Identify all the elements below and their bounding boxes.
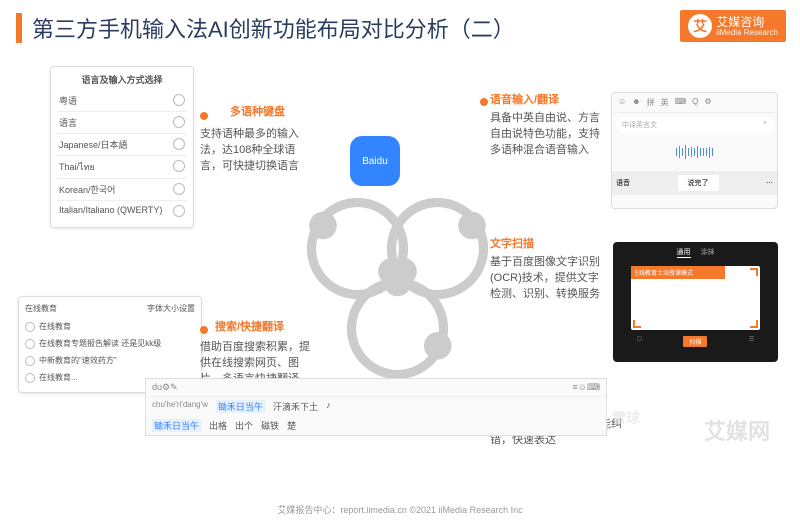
feature-title: 搜索/快捷翻译: [215, 319, 325, 335]
connector-dot: [200, 112, 208, 120]
close-icon[interactable]: ×: [763, 120, 767, 127]
done-button[interactable]: 说完了: [678, 175, 719, 191]
lang-row[interactable]: Korean/한국어: [57, 179, 187, 201]
page-title: 第三方手机输入法AI创新功能布局对比分析（二）: [32, 12, 515, 44]
connector-dot: [480, 98, 488, 106]
voice-label: 语音: [616, 178, 630, 188]
lang-row[interactable]: Thai/ไทย: [57, 156, 187, 179]
feature-title: 语音输入/翻译: [490, 92, 600, 108]
lang-row[interactable]: Italian/Italiano (QWERTY): [57, 201, 187, 221]
logo-mark: 艾: [688, 14, 712, 38]
panel-title: 语言及输入方式选择: [57, 73, 187, 86]
feature-title: 文字扫描: [490, 236, 600, 252]
watermark: 艾媒网: [704, 414, 770, 446]
ime-candidate-bar: du ⚙ ✎ ≡ ☺ ⌨ chu'he'ri'dang'w 锄禾日当午 汗滴禾下…: [145, 378, 607, 436]
radio-icon: [173, 205, 185, 217]
candidate[interactable]: 锄禾日当午: [216, 400, 265, 413]
radio-icon: [173, 94, 185, 106]
content: 语言及输入方式选择 粤语 语言 Japanese/日本語 Thai/ไทย Ko…: [0, 56, 800, 476]
waveform-icon: [616, 137, 773, 167]
voice-input-field[interactable]: 中译英言文×: [616, 117, 773, 133]
tab[interactable]: 字体大小设置: [147, 303, 195, 314]
mindmap-node: [340, 271, 455, 386]
options-icon[interactable]: ⋯: [766, 179, 773, 187]
tab[interactable]: 通用: [677, 247, 691, 258]
tab[interactable]: 涂抹: [701, 247, 715, 258]
accent-bar: [16, 13, 22, 43]
radio-icon: [173, 116, 185, 128]
footer: 艾媒报告中心：report.iimedia.cn ©2021 iiMedia R…: [0, 503, 800, 516]
lang-row[interactable]: 粤语: [57, 90, 187, 112]
lang-row[interactable]: Japanese/日本語: [57, 134, 187, 156]
lang-row[interactable]: 语言: [57, 112, 187, 134]
radio-icon: [173, 138, 185, 150]
voice-input-panel: ☺☻拼英⌨Q⚙ 中译英言文× 语音 说完了 ⋯: [611, 92, 778, 209]
feature-desc: 基于百度图像文字识别(OCR)技术，提供文字检测、识别、转换服务: [490, 254, 600, 302]
radio-icon: [173, 183, 185, 195]
feature-title: 多语种键盘: [230, 104, 340, 120]
connector-dot: [200, 326, 208, 334]
list-icon[interactable]: ☰: [749, 336, 754, 347]
pinyin: chu'he'ri'dang'w: [152, 400, 208, 413]
radio-icon: [173, 160, 185, 172]
logo-text: 艾媒咨询: [716, 16, 778, 28]
voice-toolbar: ☺☻拼英⌨Q⚙: [612, 93, 777, 113]
feature-desc: 支持语种最多的输入法，达108种全球语言，可快捷切换语言: [200, 126, 310, 174]
candidate[interactable]: 出个: [235, 419, 253, 432]
music-icon[interactable]: ♪: [326, 400, 331, 413]
ime-logo[interactable]: du: [152, 382, 162, 393]
watermark: 雪球: [612, 408, 640, 428]
edit-icon[interactable]: ✎: [170, 382, 178, 393]
candidate[interactable]: 磁铁: [261, 419, 279, 432]
emoji-icon[interactable]: ☺: [578, 382, 587, 393]
keyboard-icon[interactable]: ⌨: [587, 382, 600, 393]
brand-logo: 艾 艾媒咨询 iiMedia Research: [680, 10, 786, 42]
candidate[interactable]: 汗滴禾下土: [273, 400, 318, 413]
scan-button[interactable]: 扫描: [683, 336, 707, 347]
doc-title: 在线教育士治授课模式: [631, 266, 725, 279]
candidate[interactable]: 出格: [209, 419, 227, 432]
camera-icon[interactable]: ☐: [637, 336, 642, 347]
ocr-panel: 通用涂抹 在线教育士治授课模式 ☐ 扫描 ☰: [613, 242, 778, 362]
feature-desc: 具备中英自由说、方言自由说特色功能，支持多语种混合语音输入: [490, 110, 600, 158]
language-panel: 语言及输入方式选择 粤语 语言 Japanese/日本語 Thai/ไทย Ko…: [50, 66, 194, 228]
tab[interactable]: 在线教育: [25, 303, 57, 314]
logo-subtext: iiMedia Research: [716, 28, 778, 37]
search-row[interactable]: 在线教育专题报告解读 还是见kk级: [25, 335, 195, 352]
search-row[interactable]: 中新教育的"速效药方": [25, 352, 195, 369]
candidate[interactable]: 楚: [287, 419, 296, 432]
baidu-logo: Baidu: [350, 136, 400, 186]
candidate[interactable]: 锄禾日当午: [152, 419, 201, 432]
search-row[interactable]: 在线教育: [25, 318, 195, 335]
scanned-document: 在线教育士治授课模式: [631, 266, 760, 330]
settings-icon[interactable]: ⚙: [162, 382, 170, 393]
